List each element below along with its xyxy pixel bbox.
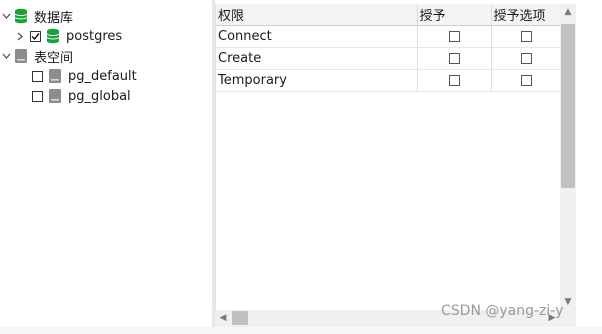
grant-cell bbox=[417, 69, 492, 92]
grant-option-cell bbox=[491, 25, 562, 48]
chevron-down-icon[interactable] bbox=[0, 10, 12, 22]
postgres-checkbox[interactable] bbox=[30, 30, 41, 42]
column-header-grant-option[interactable]: 授予选项 bbox=[491, 4, 562, 26]
pg-global-checkbox[interactable] bbox=[32, 90, 43, 102]
grant-checkbox[interactable] bbox=[448, 31, 460, 42]
grant-option-cell bbox=[491, 47, 562, 70]
privilege-grid: 权限 授予 授予选项 Connect Create Temporary bbox=[215, 4, 562, 310]
tablespace-icon bbox=[14, 48, 28, 64]
scroll-up-icon[interactable]: ▲ bbox=[560, 4, 576, 20]
horizontal-scroll-thumb[interactable] bbox=[232, 311, 248, 325]
watermark: CSDN @yang-zi-y bbox=[441, 303, 564, 319]
column-header-privilege[interactable]: 权限 bbox=[216, 4, 418, 26]
chevron-down-icon[interactable] bbox=[0, 50, 12, 62]
tree-node-pg-global[interactable]: pg_global bbox=[32, 86, 131, 106]
tree-label-databases: 数据库 bbox=[34, 10, 74, 26]
database-icon bbox=[14, 8, 28, 24]
chevron-right-icon[interactable] bbox=[14, 30, 26, 42]
table-header-row: 权限 授予 授予选项 bbox=[216, 4, 562, 26]
tree-label-pg-default: pg_default bbox=[68, 68, 137, 84]
grant-option-checkbox[interactable] bbox=[520, 53, 532, 64]
grant-option-cell bbox=[491, 69, 562, 92]
right-margin bbox=[576, 0, 602, 334]
table-row: Connect bbox=[216, 25, 562, 48]
tree-node-postgres[interactable]: postgres bbox=[14, 26, 122, 46]
scroll-left-icon[interactable]: ◀ bbox=[215, 310, 231, 326]
bottom-margin bbox=[0, 327, 602, 334]
tablespace-icon bbox=[48, 88, 62, 104]
table-row: Create bbox=[216, 47, 562, 70]
grant-option-checkbox[interactable] bbox=[520, 75, 532, 86]
tree-label-tablespaces: 表空间 bbox=[34, 50, 74, 66]
vertical-scroll-thumb[interactable] bbox=[561, 24, 575, 188]
tree-node-pg-default[interactable]: pg_default bbox=[32, 66, 137, 86]
grant-checkbox[interactable] bbox=[448, 75, 460, 86]
tree-label-pg-global: pg_global bbox=[68, 88, 131, 104]
tablespace-icon bbox=[48, 68, 62, 84]
grant-cell bbox=[417, 25, 492, 48]
grant-checkbox[interactable] bbox=[448, 53, 460, 64]
database-icon bbox=[46, 28, 60, 44]
privilege-name: Create bbox=[216, 47, 418, 70]
privilege-name: Connect bbox=[216, 25, 418, 48]
grant-cell bbox=[417, 47, 492, 70]
privilege-name: Temporary bbox=[216, 69, 418, 92]
tree-node-databases[interactable]: 数据库 bbox=[0, 6, 73, 26]
pg-default-checkbox[interactable] bbox=[32, 70, 43, 82]
table-row: Temporary bbox=[216, 69, 562, 92]
grant-option-checkbox[interactable] bbox=[520, 31, 532, 42]
vertical-scrollbar[interactable]: ▲ ▼ bbox=[560, 4, 576, 310]
privilege-table: 权限 授予 授予选项 Connect Create Temporary bbox=[216, 4, 562, 92]
column-header-grant[interactable]: 授予 bbox=[417, 4, 492, 26]
tree-label-postgres: postgres bbox=[66, 28, 123, 44]
object-tree: 数据库 postgres 表空间 pg_default pg_global bbox=[0, 0, 212, 334]
tree-node-tablespaces[interactable]: 表空间 bbox=[0, 46, 73, 66]
